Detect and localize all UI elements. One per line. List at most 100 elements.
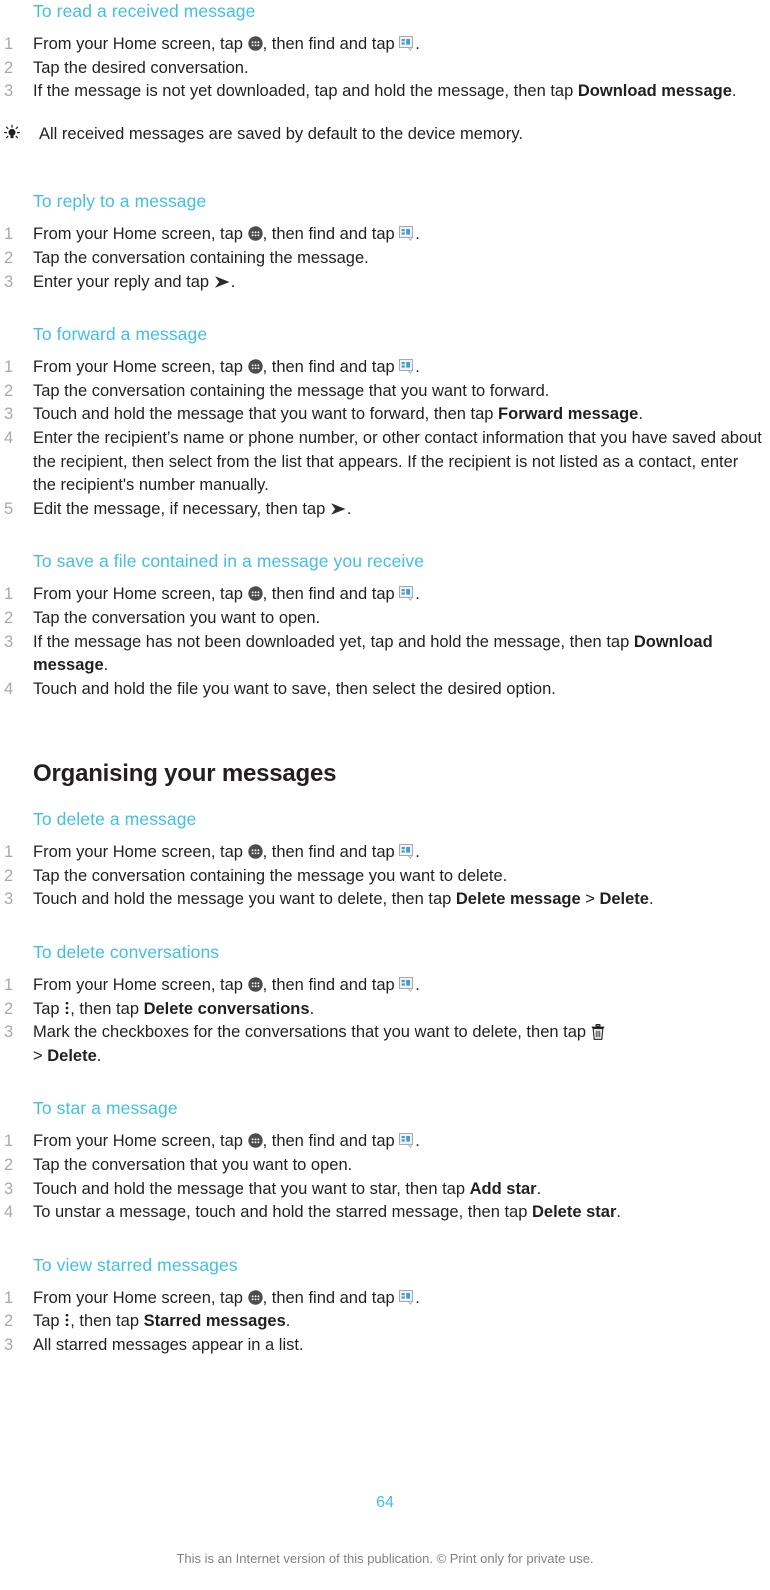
step-text: , then find and tap [262,225,400,244]
messaging-icon [399,586,415,602]
step-text: . [415,1132,420,1151]
step-text: , then tap [70,1312,144,1331]
step-item: Tap the conversation containing the mess… [0,247,770,271]
steps-forward-message: From your Home screen, tap , then find a… [0,356,770,521]
app-drawer-icon [247,977,263,992]
step-text: Edit the message, if necessary, then tap [33,499,330,518]
step-item: Edit the message, if necessary, then tap… [0,498,770,522]
step-text: Tap the conversation you want to open. [33,608,321,627]
page-content: To read a received message From your Hom… [0,0,770,1358]
step-item: From your Home screen, tap , then find a… [0,223,770,247]
step-text: Touch and hold the message that you want… [33,405,499,424]
step-text: . [648,890,654,909]
step-text: . [731,82,737,101]
step-text: Touch and hold the file you want to save… [33,679,556,698]
step-item: To unstar a message, touch and hold the … [0,1201,770,1225]
step-item: Touch and hold the message that you want… [0,403,770,427]
heading-forward-message: To forward a message [33,324,208,345]
step-text: > [33,1046,48,1065]
messaging-icon [399,359,415,375]
step-text: If the message has not been downloaded y… [33,632,634,651]
app-drawer-icon [247,359,263,374]
tip-text: All received messages are saved by defau… [39,124,523,143]
heading-view-starred-messages: To view starred messages [33,1254,238,1275]
step-text: Tap [33,999,65,1018]
step-item: Tap the conversation containing the mess… [0,865,770,889]
step-text: From your Home screen, tap [33,225,248,244]
heading-star-message: To star a message [33,1098,178,1119]
step-text: From your Home screen, tap [33,976,248,995]
step-text: Mark the checkboxes for the conversation… [33,1023,591,1042]
step-item: Tap the desired conversation. [0,57,770,81]
step-item: If the message has not been downloaded y… [0,631,770,678]
heading-delete-conversations: To delete conversations [33,942,220,963]
step-text: Tap the conversation containing the mess… [33,381,550,400]
step-text: Tap the desired conversation. [33,58,249,77]
step-text: From your Home screen, tap [33,843,248,862]
steps-delete-message: From your Home screen, tap , then find a… [0,841,770,912]
step-text: . [346,499,352,518]
step-text: Enter your reply and tap [33,272,214,291]
trash-icon [591,1024,605,1041]
step-emphasis: Delete star [531,1203,617,1222]
step-text: , then find and tap [262,976,400,995]
app-drawer-icon [247,844,263,859]
step-item: Touch and hold the file you want to save… [0,678,770,702]
step-text: From your Home screen, tap [33,358,248,377]
step-text: . [415,843,420,862]
heading-save-file-from-message: To save a file contained in a message yo… [33,551,425,572]
step-text: . [96,1046,102,1065]
step-text: . [415,976,420,995]
step-emphasis: Delete [599,890,649,909]
steps-view-starred-messages: From your Home screen, tap , then find a… [0,1287,770,1358]
step-text: . [415,358,420,377]
app-drawer-icon [247,36,263,51]
step-item: If the message is not yet downloaded, ta… [0,80,770,104]
step-text: . [638,405,643,424]
step-text: , then find and tap [262,1132,400,1151]
send-icon [330,502,347,516]
messaging-icon [399,1133,415,1149]
step-text: . [415,225,420,244]
step-emphasis: Delete message [455,890,581,909]
heading-organising-your-messages: Organising your messages [33,760,337,788]
step-item: From your Home screen, tap , then find a… [0,1287,770,1311]
step-item: Tap the conversation you want to open. [0,607,770,631]
step-text: Tap the conversation containing the mess… [33,866,508,885]
step-text: . [230,272,236,291]
manual-page: To read a received message From your Hom… [0,0,770,1590]
lightbulb-tip-icon [2,124,22,144]
step-item: From your Home screen, tap , then find a… [0,974,770,998]
step-text: From your Home screen, tap [33,35,248,53]
step-text: , then find and tap [262,1288,400,1307]
step-item: Tap the conversation that you want to op… [0,1154,770,1178]
step-text: To unstar a message, touch and hold the … [33,1203,532,1222]
step-item: Tap , then tap Delete conversations. [0,998,770,1022]
heading-read-received-message: To read a received message [33,1,256,21]
step-text: , then tap [70,999,144,1018]
step-item: Mark the checkboxes for the conversation… [0,1021,770,1068]
step-text: , then find and tap [262,358,400,377]
step-text: Touch and hold the message that you want… [33,1179,470,1198]
step-item: Touch and hold the message you want to d… [0,888,770,912]
step-emphasis: Delete [47,1046,97,1065]
step-text: From your Home screen, tap [33,585,248,604]
step-item: From your Home screen, tap , then find a… [0,33,770,57]
step-text: Tap the conversation containing the mess… [33,248,369,267]
step-emphasis: Download message [577,82,732,101]
step-item: From your Home screen, tap , then find a… [0,356,770,380]
messaging-icon [399,226,415,242]
step-item: From your Home screen, tap , then find a… [0,583,770,607]
